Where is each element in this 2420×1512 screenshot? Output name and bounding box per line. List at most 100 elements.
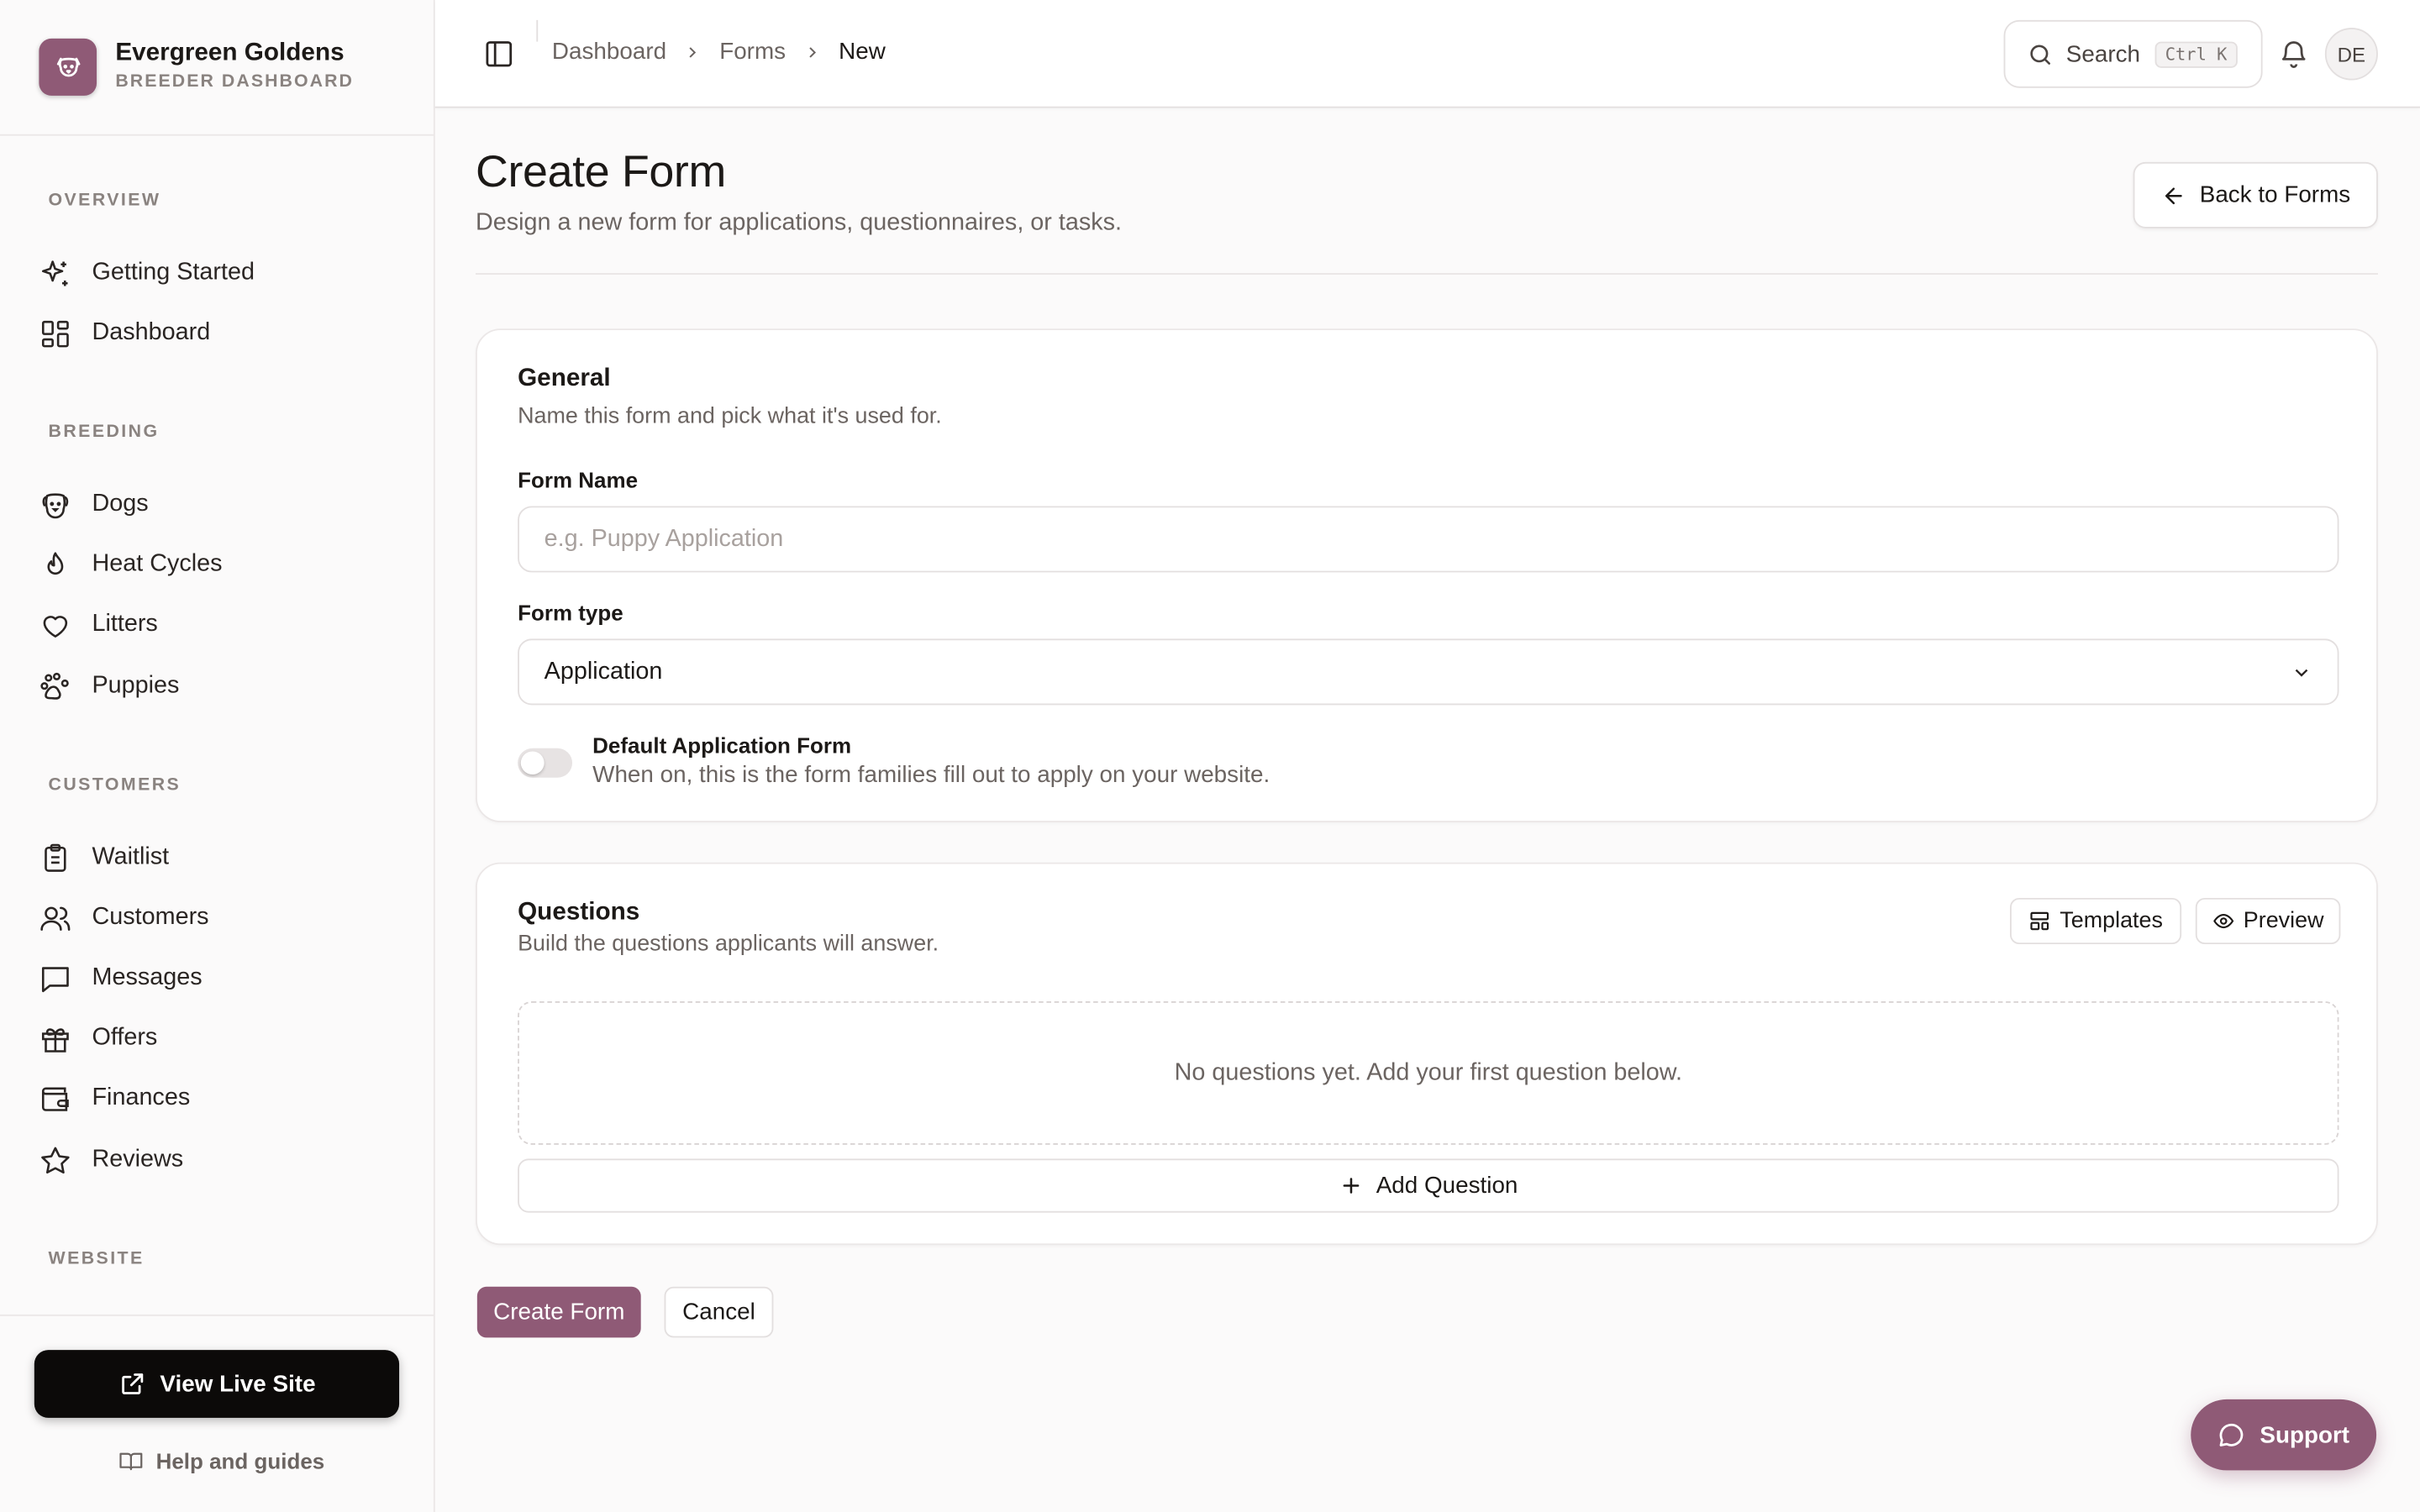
search-shortcut: Ctrl K [2154,40,2238,67]
sidebar: Evergreen Goldens BREEDER DASHBOARD OVER… [0,0,435,1512]
book-open-icon [119,1452,143,1471]
chevron-right-icon [684,43,702,61]
gift-icon [38,1021,72,1055]
section-label-customers: CUSTOMERS [48,775,182,795]
chevron-down-icon [2295,669,2308,677]
sidebar-item-label: Litters [92,611,158,638]
header-divider [475,273,2378,275]
templates-button-label: Templates [2060,908,2163,934]
arrow-left-icon [2165,186,2182,204]
create-form-button[interactable]: Create Form [476,1286,641,1338]
support-button[interactable]: Support [2191,1399,2377,1471]
form-type-label: Form type [518,600,623,625]
sidebar-item-label: Reviews [92,1146,184,1173]
cancel-button[interactable]: Cancel [664,1286,774,1338]
sidebar-item-heat-cycles[interactable]: Heat Cycles [38,543,412,586]
view-live-site-button[interactable]: View Live Site [34,1350,400,1418]
general-card-subtitle: Name this form and pick what it's used f… [518,404,942,429]
heart-icon [38,608,72,642]
sidebar-item-litters[interactable]: Litters [38,603,412,646]
breadcrumb: Dashboard Forms New [552,39,886,65]
questions-card-subtitle: Build the questions applicants will answ… [518,932,939,957]
general-card-title: General [518,365,611,392]
sidebar-item-label: Messages [92,963,203,991]
toggle-knob [520,751,544,775]
back-to-forms-button[interactable]: Back to Forms [2133,161,2378,228]
topbar-divider [536,19,539,42]
breadcrumb-forms[interactable]: Forms [719,39,786,65]
add-question-button[interactable]: Add Question [518,1158,2339,1213]
sidebar-item-waitlist[interactable]: Waitlist [38,836,412,879]
questions-card-title: Questions [518,899,640,927]
sidebar-item-label: Waitlist [92,843,170,870]
section-label-website: WEBSITE [48,1249,145,1268]
chevron-right-icon [802,43,821,61]
view-live-site-label: View Live Site [160,1370,316,1398]
dog-icon [38,487,72,521]
default-form-toggle-title: Default Application Form [592,732,852,758]
breadcrumb-current: New [839,38,886,66]
breadcrumb-dashboard[interactable]: Dashboard [552,39,666,65]
sidebar-item-messages[interactable]: Messages [38,957,412,1000]
default-form-toggle[interactable] [518,748,573,778]
search-icon [2030,44,2051,64]
support-button-label: Support [2260,1421,2350,1448]
external-link-icon [121,1373,143,1394]
brand-name: Evergreen Goldens [115,39,345,66]
message-circle-icon [2220,1423,2244,1446]
plus-icon [1342,1178,1359,1194]
brand-logo [39,38,97,96]
sidebar-item-offers[interactable]: Offers [38,1016,412,1059]
questions-empty-state: No questions yet. Add your first questio… [518,1001,2339,1145]
avatar[interactable]: DE [2324,28,2378,81]
general-card: General Name this form and pick what it'… [475,328,2378,822]
page-subtitle: Design a new form for applications, ques… [475,209,1123,237]
form-type-value: Application [544,658,663,685]
page-title: Create Form [475,148,726,198]
sidebar-item-label: Puppies [92,672,180,700]
sidebar-toggle-button[interactable] [483,39,514,70]
star-icon [38,1143,72,1177]
sparkles-icon [38,256,72,290]
grid-icon [38,317,72,350]
sidebar-item-dogs[interactable]: Dogs [38,483,412,526]
wallet-icon [38,1082,72,1116]
sidebar-item-label: Heat Cycles [92,550,223,577]
section-label-overview: OVERVIEW [48,191,161,210]
sidebar-item-finances[interactable]: Finances [38,1077,412,1120]
bell-icon [2281,41,2306,68]
section-label-breeding: BREEDING [48,423,160,442]
help-link-label: Help and guides [155,1448,325,1474]
default-form-toggle-description: When on, this is the form families fill … [592,762,1270,789]
brand-header[interactable]: Evergreen Goldens BREEDER DASHBOARD [0,0,434,136]
notifications-button[interactable] [2278,39,2309,70]
sidebar-item-getting-started[interactable]: Getting Started [38,251,412,294]
search-button[interactable]: Search Ctrl K [2003,19,2263,88]
sidebar-item-puppies[interactable]: Puppies [38,665,412,708]
form-type-select[interactable]: Application [518,638,2339,706]
search-label: Search [2065,40,2141,67]
sidebar-item-label: Offers [92,1024,158,1051]
paw-icon [38,669,72,703]
preview-button-label: Preview [2243,908,2324,934]
templates-button[interactable]: Templates [2009,897,2182,945]
sidebar-item-customers[interactable]: Customers [38,896,412,939]
sidebar-item-label: Getting Started [92,259,255,286]
users-icon [38,901,72,935]
sidebar-item-label: Dashboard [92,319,211,346]
preview-button[interactable]: Preview [2195,897,2341,945]
sidebar-item-reviews[interactable]: Reviews [38,1138,412,1181]
flame-icon [38,548,72,581]
brand-subtitle: BREEDER DASHBOARD [115,72,355,92]
back-button-label: Back to Forms [2199,181,2351,208]
layout-template-icon [2030,911,2049,931]
form-name-input[interactable] [518,506,2339,573]
add-question-label: Add Question [1376,1172,1518,1200]
message-square-icon [38,961,72,995]
sidebar-item-dashboard[interactable]: Dashboard [38,312,412,354]
panel-left-icon [486,41,513,67]
clipboard-list-icon [38,841,72,874]
eye-icon [2212,913,2233,929]
help-and-guides-link[interactable]: Help and guides [118,1449,324,1473]
sidebar-item-label: Dogs [92,491,149,517]
